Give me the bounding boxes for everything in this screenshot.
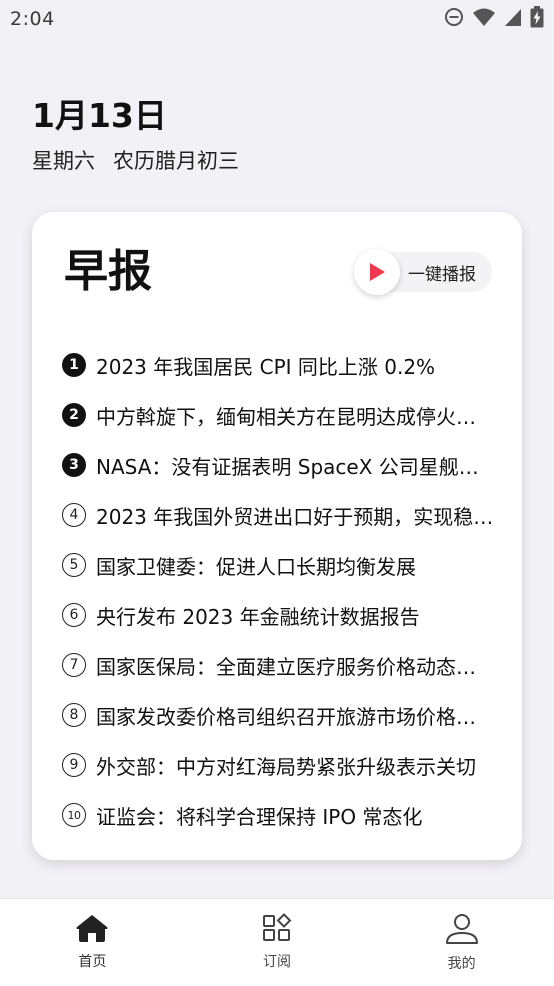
news-number-badge: 10 [62,803,86,827]
news-number-badge: 2 [62,403,86,427]
lunar-date-label: 农历腊月初三 [113,149,239,173]
news-item[interactable]: 5 国家卫健委：促进人口长期均衡发展 [62,540,494,590]
play-icon[interactable] [354,249,400,295]
news-item[interactable]: 1 2023 年我国居民 CPI 同比上涨 0.2% [62,340,494,390]
news-item[interactable]: 2 中方斡旋下，缅甸相关方在昆明达成停火协议 [62,390,494,440]
news-headline: 国家医保局：全面建立医疗服务价格动态调整机制 [96,654,494,679]
wifi-icon [472,7,496,27]
card-title: 早报 [64,246,152,297]
news-number-badge: 6 [62,603,86,627]
news-headline: 2023 年我国外贸进出口好于预期，实现稳中提质 [96,504,494,529]
news-headline: 国家发改委价格司组织召开旅游市场价格座谈会 [96,704,494,729]
news-number-badge: 5 [62,553,86,577]
grid-apps-icon[interactable] [262,913,292,943]
news-item[interactable]: 7 国家医保局：全面建立医疗服务价格动态调整机制 [62,640,494,690]
news-number-badge: 1 [62,353,86,377]
weekday-label: 星期六 [32,149,95,173]
morning-report-card: 早报 一键播报 1 2023 年我国居民 CPI 同比上涨 0.2% 2 中方斡… [32,212,522,860]
status-time: 2:04 [10,8,55,30]
news-headline: 外交部：中方对红海局势紧张升级表示关切 [96,754,476,779]
news-item[interactable]: 4 2023 年我国外贸进出口好于预期，实现稳中提质 [62,490,494,540]
person-icon[interactable] [445,913,479,945]
nav-label-mine: 我的 [447,956,476,972]
date-block: 1月13日 星期六 农历腊月初三 [32,95,239,175]
news-number-badge: 3 [62,453,86,477]
nav-label-subscribe: 订阅 [263,954,291,970]
news-item[interactable]: 6 央行发布 2023 年金融统计数据报告 [62,590,494,640]
news-item[interactable]: 10 证监会：将科学合理保持 IPO 常态化 [62,790,494,840]
do-not-disturb-icon [444,7,464,27]
news-headline: 央行发布 2023 年金融统计数据报告 [96,604,420,629]
news-headline: 国家卫健委：促进人口长期均衡发展 [96,554,416,579]
news-item[interactable]: 9 外交部：中方对红海局势紧张升级表示关切 [62,740,494,790]
news-number-badge: 8 [62,703,86,727]
bottom-nav: 首页 订阅 我的 [0,898,554,986]
news-number-badge: 7 [62,653,86,677]
nav-item-mine[interactable]: 我的 [369,899,554,986]
news-headline: NASA：没有证据表明 SpaceX 公司星舰存在安全问题 [96,454,494,479]
nav-item-home[interactable]: 首页 [0,899,185,986]
play-all-button[interactable]: 一键播报 [354,249,492,295]
battery-charging-icon [530,6,544,28]
date-heading: 1月13日 [32,96,167,135]
nav-item-subscribe[interactable]: 订阅 [185,899,370,986]
news-number-badge: 9 [62,753,86,777]
news-item[interactable]: 8 国家发改委价格司组织召开旅游市场价格座谈会 [62,690,494,740]
news-headline: 2023 年我国居民 CPI 同比上涨 0.2% [96,354,436,379]
news-number-badge: 4 [62,503,86,527]
date-subtitle: 星期六 农历腊月初三 [32,147,239,175]
news-headline: 证监会：将科学合理保持 IPO 常态化 [96,804,423,829]
status-bar: 2:04 [0,0,554,38]
cellular-signal-icon [504,7,522,27]
play-all-label: 一键播报 [408,264,476,285]
news-headline: 中方斡旋下，缅甸相关方在昆明达成停火协议 [96,404,494,429]
news-item[interactable]: 3 NASA：没有证据表明 SpaceX 公司星舰存在安全问题 [62,440,494,490]
status-icons [444,6,544,28]
nav-label-home: 首页 [78,954,107,970]
news-list: 1 2023 年我国居民 CPI 同比上涨 0.2% 2 中方斡旋下，缅甸相关方… [62,340,494,840]
home-icon[interactable] [75,913,109,943]
